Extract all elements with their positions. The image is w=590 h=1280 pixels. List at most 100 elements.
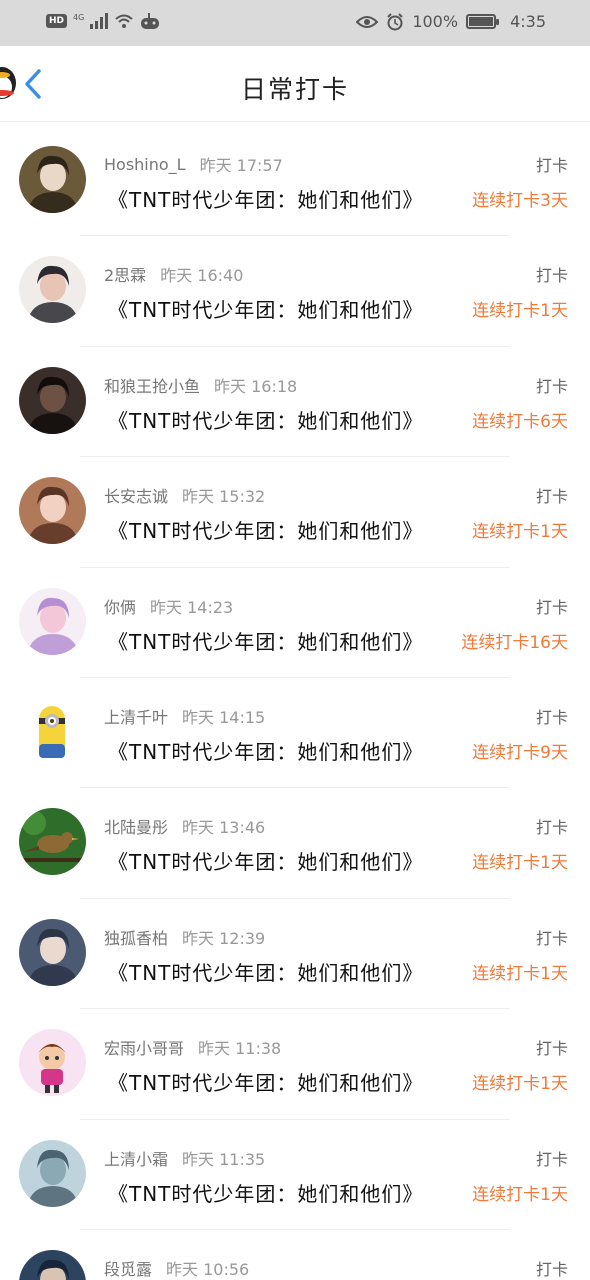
- name-line: 你俩 昨天 14:23: [104, 594, 233, 618]
- streak-label: 连续打卡1天: [472, 853, 568, 874]
- user-name[interactable]: 长安志诚: [104, 483, 168, 507]
- group-name[interactable]: 《TNT时代少年团：她们和他们》: [108, 1178, 423, 1207]
- wifi-icon: [115, 14, 133, 28]
- avatar-photo-icon: [19, 256, 86, 324]
- group-name[interactable]: 《TNT时代少年团：她们和他们》: [108, 294, 423, 323]
- list-item[interactable]: Hoshino_L 昨天 17:57 打卡 《TNT时代少年团：她们和他们》 连…: [0, 126, 590, 237]
- group-name[interactable]: 《TNT时代少年团：她们和他们》: [108, 515, 423, 544]
- checkin-tag: 打卡: [535, 266, 568, 286]
- checkin-time: 昨天 17:57: [199, 156, 283, 175]
- checkin-time: 昨天 14:15: [182, 707, 266, 727]
- list-item[interactable]: 宏雨小哥哥 昨天 11:38 打卡 《TNT时代少年团：她们和他们》 连续打卡1…: [0, 1009, 590, 1120]
- avatar-photo-icon: [19, 587, 86, 655]
- checkin-time: 昨天 12:39: [182, 928, 266, 948]
- name-line: 独孤香柏 昨天 12:39: [104, 925, 265, 949]
- signal-icon: [90, 13, 109, 29]
- checkin-tag: 打卡: [535, 1039, 568, 1059]
- page-title: 日常打卡: [240, 75, 349, 104]
- avatar[interactable]: [19, 477, 86, 545]
- user-name[interactable]: 2思霖: [104, 262, 146, 286]
- avatar[interactable]: [19, 697, 86, 765]
- user-name[interactable]: 北陆曼彤: [104, 814, 168, 838]
- avatar[interactable]: [19, 808, 86, 876]
- checkin-time: 昨天 14:23: [150, 597, 234, 617]
- streak-label: 连续打卡1天: [472, 963, 568, 984]
- avatar[interactable]: [19, 1249, 86, 1280]
- avatar[interactable]: [19, 1029, 86, 1097]
- name-line: 上清小霜 昨天 11:35: [104, 1146, 265, 1170]
- status-bar: HD 4G 100% 4:35: [0, 0, 590, 46]
- user-name[interactable]: 上清小霜: [104, 1146, 168, 1170]
- checkin-tag: 打卡: [535, 156, 568, 175]
- streak-label: 连续打卡16天: [461, 632, 568, 653]
- streak-label: 连续打卡6天: [472, 411, 568, 432]
- avatar-photo-icon: [19, 1249, 86, 1280]
- battery-icon: [466, 14, 500, 29]
- streak-label: 连续打卡1天: [472, 1184, 568, 1205]
- list-item[interactable]: 和狼王抢小鱼 昨天 16:18 打卡 《TNT时代少年团：她们和他们》 连续打卡…: [0, 347, 590, 458]
- bird-icon: [19, 808, 86, 876]
- checkin-time: 昨天 13:46: [182, 818, 266, 838]
- checkin-time: 昨天 16:18: [214, 376, 298, 396]
- name-line: 段觅露 昨天 10:56: [104, 1256, 249, 1280]
- name-line: 2思霖 昨天 16:40: [104, 262, 243, 286]
- group-name[interactable]: 《TNT时代少年团：她们和他们》: [108, 405, 423, 434]
- avatar[interactable]: [19, 146, 86, 213]
- avatar-photo-icon: [19, 918, 86, 986]
- name-line: Hoshino_L 昨天 17:57: [104, 152, 283, 176]
- checkin-tag: 打卡: [535, 376, 568, 396]
- streak-label: 连续打卡1天: [472, 301, 568, 322]
- streak-label: 连续打卡3天: [472, 191, 568, 211]
- avatar[interactable]: [19, 256, 86, 324]
- user-name[interactable]: 段觅露: [104, 1256, 152, 1280]
- user-name[interactable]: 独孤香柏: [104, 925, 168, 949]
- user-name[interactable]: Hoshino_L: [104, 155, 186, 174]
- list-item[interactable]: 段觅露 昨天 10:56 打卡: [0, 1230, 590, 1280]
- avatar[interactable]: [19, 587, 86, 655]
- streak-label: 连续打卡9天: [472, 742, 568, 763]
- user-name[interactable]: 你俩: [104, 594, 136, 618]
- hd-badge: HD: [46, 14, 68, 28]
- name-line: 宏雨小哥哥 昨天 11:38: [104, 1035, 281, 1059]
- network-type: 4G: [73, 12, 85, 22]
- checkin-tag: 打卡: [535, 707, 568, 727]
- list-item[interactable]: 上清小霜 昨天 11:35 打卡 《TNT时代少年团：她们和他们》 连续打卡1天: [0, 1120, 590, 1230]
- group-name[interactable]: 《TNT时代少年团：她们和他们》: [108, 736, 423, 765]
- name-line: 北陆曼彤 昨天 13:46: [104, 814, 265, 838]
- status-left-icons: HD 4G: [46, 12, 160, 30]
- name-line: 和狼王抢小鱼 昨天 16:18: [104, 373, 297, 397]
- cartoon-boy-icon: [19, 1029, 86, 1097]
- list-item[interactable]: 你俩 昨天 14:23 打卡 《TNT时代少年团：她们和他们》 连续打卡16天: [0, 568, 590, 678]
- list-item[interactable]: 2思霖 昨天 16:40 打卡 《TNT时代少年团：她们和他们》 连续打卡1天: [0, 236, 590, 347]
- avatar[interactable]: [19, 1139, 86, 1207]
- list-item[interactable]: 北陆曼彤 昨天 13:46 打卡 《TNT时代少年团：她们和他们》 连续打卡1天: [0, 788, 590, 899]
- avatar-photo-icon: [19, 1139, 86, 1207]
- group-name[interactable]: 《TNT时代少年团：她们和他们》: [108, 626, 423, 655]
- checkin-tag: 打卡: [535, 487, 568, 507]
- eye-icon: [356, 15, 379, 28]
- avatar-photo-icon: [19, 146, 86, 213]
- group-name[interactable]: 《TNT时代少年团：她们和他们》: [108, 1067, 423, 1096]
- user-name[interactable]: 上清千叶: [104, 704, 168, 728]
- avatar[interactable]: [19, 366, 86, 434]
- avatar-photo-icon: [19, 366, 86, 434]
- group-name[interactable]: 《TNT时代少年团：她们和他们》: [108, 957, 423, 986]
- checkin-time: 昨天 11:38: [198, 1039, 282, 1059]
- user-name[interactable]: 和狼王抢小鱼: [104, 373, 200, 397]
- checkin-time: 昨天 15:32: [182, 487, 266, 507]
- list-item[interactable]: 上清千叶 昨天 14:15 打卡 《TNT时代少年团：她们和他们》 连续打卡9天: [0, 678, 590, 789]
- checkin-time: 昨天 16:40: [160, 266, 244, 286]
- list-item[interactable]: 长安志诚 昨天 15:32 打卡 《TNT时代少年团：她们和他们》 连续打卡1天: [0, 457, 590, 568]
- alarm-icon: [387, 12, 404, 30]
- user-name[interactable]: 宏雨小哥哥: [104, 1035, 184, 1059]
- group-name[interactable]: 《TNT时代少年团：她们和他们》: [108, 184, 423, 213]
- checkin-list: Hoshino_L 昨天 17:57 打卡 《TNT时代少年团：她们和他们》 连…: [0, 126, 590, 1280]
- streak-label: 连续打卡1天: [472, 522, 568, 543]
- checkin-time: 昨天 11:35: [182, 1149, 266, 1169]
- name-line: 上清千叶 昨天 14:15: [104, 704, 265, 728]
- list-item[interactable]: 独孤香柏 昨天 12:39 打卡 《TNT时代少年团：她们和他们》 连续打卡1天: [0, 899, 590, 1010]
- status-right-icons: 100% 4:35: [356, 12, 546, 31]
- avatar[interactable]: [19, 918, 86, 986]
- group-name[interactable]: 《TNT时代少年团：她们和他们》: [108, 846, 423, 875]
- name-line: 长安志诚 昨天 15:32: [104, 483, 265, 507]
